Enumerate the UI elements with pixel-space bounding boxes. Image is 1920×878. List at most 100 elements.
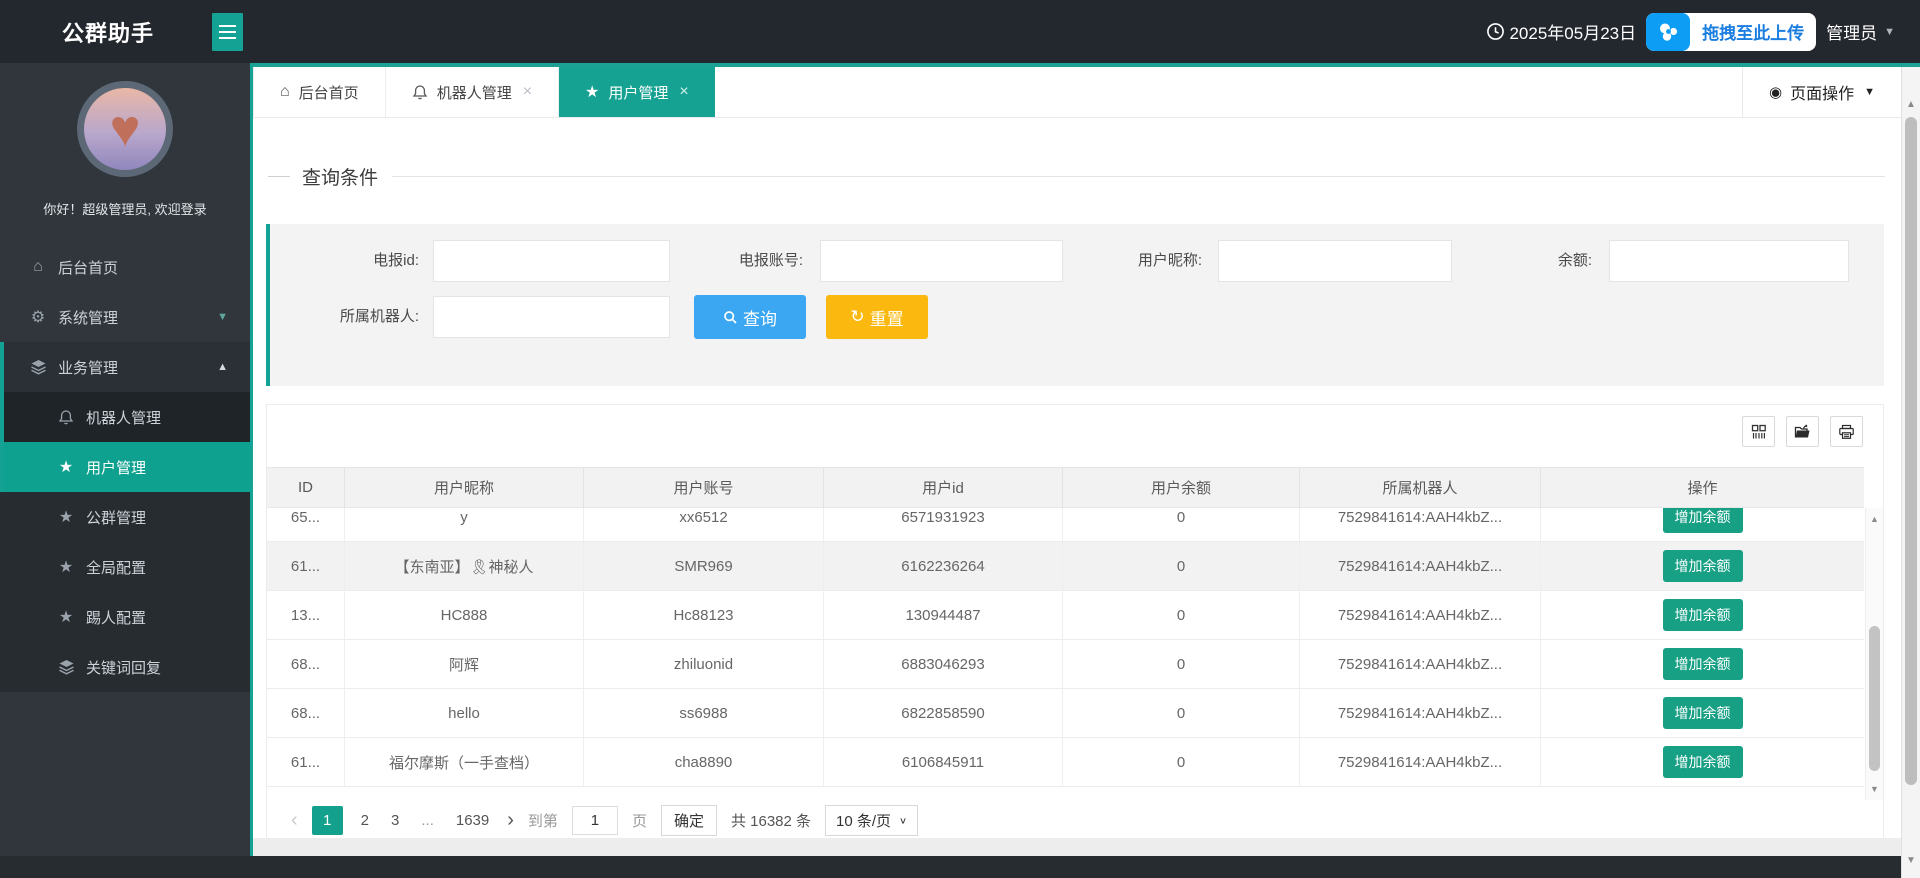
tg-id-label: 电报id:: [289, 240, 419, 282]
page-ellipsis: ...: [417, 812, 438, 829]
add-balance-button[interactable]: 增加余额: [1663, 648, 1743, 680]
close-icon[interactable]: ×: [679, 83, 688, 101]
chevron-down-icon[interactable]: ▼: [1884, 26, 1895, 38]
goto-page-input[interactable]: [572, 806, 618, 835]
sidebar-item-label: 机器人管理: [86, 407, 161, 428]
refresh-icon: ↻: [850, 307, 864, 327]
balance-input[interactable]: [1609, 240, 1849, 282]
sidebar-item-global-config[interactable]: ★ 全局配置: [0, 542, 250, 592]
table-body: 65... y xx6512 6571931923 0 7529841614:A…: [267, 508, 1864, 787]
sidebar-item-label: 公群管理: [86, 507, 146, 528]
tab-home[interactable]: ⌂ 后台首页: [253, 67, 386, 117]
add-balance-button[interactable]: 增加余额: [1663, 746, 1743, 778]
page-size-select[interactable]: 10 条/页 ∨: [825, 805, 918, 836]
page-button-2[interactable]: 2: [357, 812, 373, 829]
column-header-balance[interactable]: 用户余额: [1063, 468, 1300, 507]
nickname-label: 用户昵称:: [1072, 240, 1202, 282]
nickname-input[interactable]: [1218, 240, 1452, 282]
star-icon: ★: [56, 607, 76, 627]
goto-confirm-button[interactable]: 确定: [661, 805, 717, 836]
column-header-bot[interactable]: 所属机器人: [1300, 468, 1541, 507]
cell-id: 61...: [267, 738, 345, 786]
prev-page-button[interactable]: ‹: [291, 809, 298, 832]
page-button-3[interactable]: 3: [387, 812, 403, 829]
add-balance-button[interactable]: 增加余额: [1663, 508, 1743, 533]
star-icon: ★: [56, 457, 76, 477]
cell-uid: 6106845911: [824, 738, 1063, 786]
page-button-1[interactable]: 1: [312, 806, 343, 835]
star-icon: ★: [585, 82, 599, 102]
avatar[interactable]: ♥: [77, 81, 173, 177]
table-row[interactable]: 61... 福尔摩斯（一手查档） cha8890 6106845911 0 75…: [267, 738, 1864, 787]
upload-dropzone[interactable]: 拖拽至此上传: [1646, 13, 1816, 51]
sidebar-item-business[interactable]: 业务管理 ▲: [0, 342, 250, 392]
scroll-down-icon[interactable]: ▼: [1902, 855, 1920, 866]
page-scrollbar[interactable]: ▲ ▼: [1901, 67, 1920, 878]
sidebar-item-kick-config[interactable]: ★ 踢人配置: [0, 592, 250, 642]
star-icon: ★: [56, 557, 76, 577]
sidebar-item-system[interactable]: ⚙ 系统管理 ▼: [0, 292, 250, 342]
hamburger-menu-icon[interactable]: [212, 13, 243, 51]
user-menu[interactable]: 管理员: [1826, 19, 1877, 44]
sidebar-item-group-mgmt[interactable]: ★ 公群管理: [0, 492, 250, 542]
add-balance-button[interactable]: 增加余额: [1663, 599, 1743, 631]
navbar-right: 2025年05月23日 拖拽至此上传 管理员 ▼: [1486, 13, 1895, 51]
greeting-text: 你好！超级管理员, 欢迎登录: [0, 199, 250, 218]
cell-nickname: 阿辉: [345, 640, 584, 688]
close-icon[interactable]: ×: [523, 83, 532, 101]
table-row[interactable]: 68... hello ss6988 6822858590 0 75298416…: [267, 689, 1864, 738]
total-count-label: 共 16382 条: [731, 810, 811, 831]
cell-nickname: 福尔摩斯（一手查档）: [345, 738, 584, 786]
page-button-last[interactable]: 1639: [452, 812, 493, 829]
search-button[interactable]: 查询: [694, 295, 806, 339]
cell-bot: 7529841614:AAH4kbZ...: [1300, 508, 1541, 541]
column-header-actions[interactable]: 操作: [1541, 468, 1864, 507]
table-scrollbar[interactable]: ▲ ▼: [1865, 508, 1883, 800]
table-header: ID 用户昵称 用户账号 用户id 用户余额 所属机器人 操作: [267, 467, 1864, 508]
export-button[interactable]: [1786, 416, 1819, 447]
scroll-down-icon[interactable]: ▼: [1866, 784, 1883, 794]
cell-bot: 7529841614:AAH4kbZ...: [1300, 640, 1541, 688]
sidebar-item-label: 踢人配置: [86, 607, 146, 628]
add-balance-button[interactable]: 增加余额: [1663, 550, 1743, 582]
column-header-uid[interactable]: 用户id: [824, 468, 1063, 507]
scroll-up-icon[interactable]: ▲: [1866, 514, 1883, 524]
sidebar-item-home[interactable]: ⌂ 后台首页: [0, 242, 250, 292]
tg-id-input[interactable]: [433, 240, 670, 282]
tab-robot-mgmt[interactable]: 机器人管理 ×: [386, 67, 559, 117]
cell-balance: 0: [1063, 591, 1300, 639]
tg-account-input[interactable]: [820, 240, 1063, 282]
scroll-up-icon[interactable]: ▲: [1902, 99, 1920, 110]
table-row[interactable]: 61... 【东南亚】🎗神秘人 SMR969 6162236264 0 7529…: [267, 542, 1864, 591]
next-page-button[interactable]: ›: [507, 809, 514, 832]
cell-id: 68...: [267, 689, 345, 737]
reset-button[interactable]: ↻ 重置: [826, 295, 928, 339]
accent-topline: [253, 63, 1920, 67]
print-icon: [1838, 424, 1855, 440]
scrollbar-thumb[interactable]: [1869, 626, 1880, 771]
bot-input[interactable]: [433, 296, 670, 338]
cell-account: xx6512: [584, 508, 824, 541]
date-display: 2025年05月23日: [1486, 19, 1636, 44]
page-actions-dropdown[interactable]: ◉ 页面操作 ▼: [1742, 67, 1901, 117]
sidebar-item-robot-mgmt[interactable]: 机器人管理: [0, 392, 250, 442]
sidebar-item-user-mgmt[interactable]: ★ 用户管理: [0, 442, 250, 492]
tab-user-mgmt[interactable]: ★ 用户管理 ×: [559, 63, 715, 117]
search-button-label: 查询: [743, 305, 777, 330]
column-header-account[interactable]: 用户账号: [584, 468, 824, 507]
print-button[interactable]: [1830, 416, 1863, 447]
columns-filter-button[interactable]: [1742, 416, 1775, 447]
table-row[interactable]: 13... HC888 Hc88123 130944487 0 75298416…: [267, 591, 1864, 640]
cell-account: ss6988: [584, 689, 824, 737]
sidebar-item-keyword-reply[interactable]: 关键词回复: [0, 642, 250, 692]
column-header-nickname[interactable]: 用户昵称: [345, 468, 584, 507]
scrollbar-thumb[interactable]: [1905, 117, 1917, 785]
table-row[interactable]: 68... 阿辉 zhiluonid 6883046293 0 75298416…: [267, 640, 1864, 689]
search-icon: [723, 310, 738, 325]
layers-icon: [56, 659, 76, 675]
column-header-id[interactable]: ID: [267, 468, 345, 507]
tab-label: 后台首页: [299, 82, 359, 103]
table-row[interactable]: 65... y xx6512 6571931923 0 7529841614:A…: [267, 508, 1864, 542]
cell-account: zhiluonid: [584, 640, 824, 688]
add-balance-button[interactable]: 增加余额: [1663, 697, 1743, 729]
